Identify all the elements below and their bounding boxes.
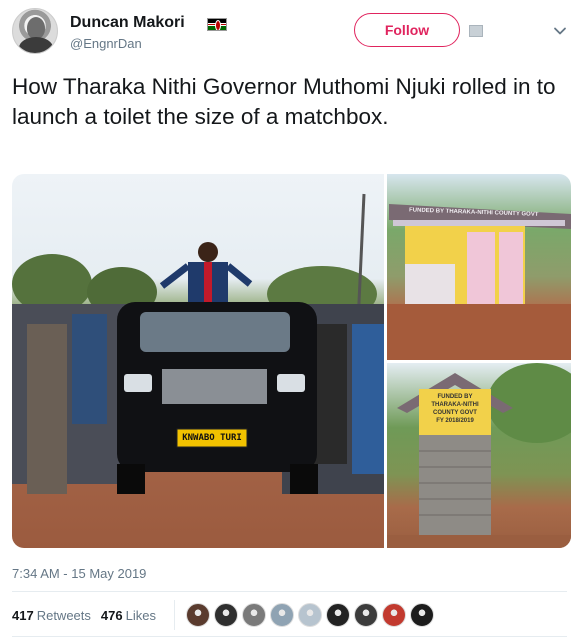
divider [12,591,567,592]
liker-avatar[interactable] [410,603,434,627]
likes-stat[interactable]: 476 Likes [101,608,156,623]
display-name[interactable]: Duncan Makori [70,14,185,32]
photo-toilet-front[interactable]: FUNDED BY THARAKA-NITHI COUNTY GOVT [387,174,571,360]
liker-avatar[interactable] [186,603,210,627]
sign-line: FY 2018/2019 [436,418,474,424]
liker-avatar[interactable] [354,603,378,627]
sign-line: COUNTY GOVT [433,410,477,416]
engagement-stats: 417 Retweets 476 Likes [12,602,166,628]
tweet-text: How Tharaka Nithi Governor Muthomi Njuki… [12,74,556,129]
structure-sign: FUNDED BY THARAKA-NITHI COUNTY GOVT FY 2… [421,393,489,425]
image-icon [469,25,483,37]
liker-avatar[interactable] [382,603,406,627]
license-plate: KNWABO TURI [182,433,242,443]
liker-avatar[interactable] [270,603,294,627]
retweets-label: Retweets [36,607,91,623]
retweets-stat[interactable]: 417 Retweets [12,608,91,623]
likes-label: Likes [125,607,156,623]
retweets-count: 417 [12,607,34,623]
liker-avatar[interactable] [242,603,266,627]
liker-avatar[interactable] [214,603,238,627]
sign-line: FUNDED BY [437,394,473,400]
avatar[interactable] [12,8,58,54]
follow-button[interactable]: Follow [354,13,460,47]
sign-line: THARAKA-NITHI [431,402,479,408]
tweet-timestamp[interactable]: 7:34 AM - 15 May 2019 [12,566,146,581]
tweet-media-grid: KNWABO TURI FUNDED BY THARAKA-NITHI COUN… [12,174,571,548]
photo-governor-vehicle[interactable]: KNWABO TURI [12,174,384,548]
stats-separator [174,600,175,630]
photo-toilet-sign[interactable]: FUNDED BY THARAKA-NITHI COUNTY GOVT FY 2… [387,363,571,548]
liker-avatar[interactable] [326,603,350,627]
liker-avatar[interactable] [298,603,322,627]
liker-avatars [186,603,438,627]
divider [12,636,567,637]
likes-count: 476 [100,607,123,623]
kenya-flag-icon [207,18,227,31]
chevron-down-icon[interactable] [553,24,567,38]
tweet-header: Duncan Makori @EngnrDan Follow [12,8,567,58]
user-handle[interactable]: @EngnrDan [70,36,142,51]
